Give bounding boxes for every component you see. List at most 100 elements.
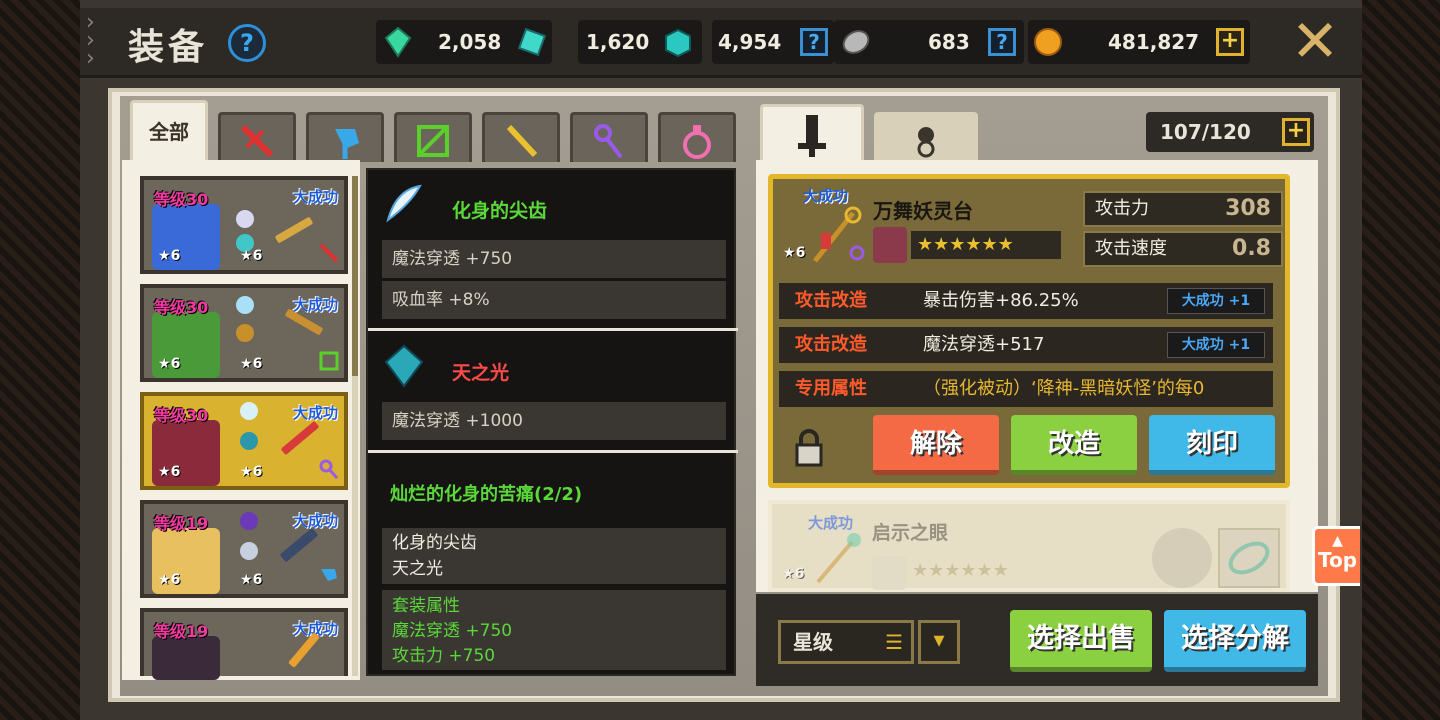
inventory-count: 107/120 + [1146,112,1314,152]
tooltip-divider [368,328,738,331]
page-title: 装备 [128,27,209,68]
weapon-slot-icon [798,115,826,157]
tab-all[interactable]: 全部 [130,100,208,162]
set-attributes: 套装属性 魔法穿透 +750 攻击力 +750 [382,590,726,670]
fang-icon [240,402,258,420]
gear-star: ★6 [240,464,263,480]
scroll-top-button[interactable]: ▲ Top [1312,526,1360,586]
gear-star: ★6 [240,356,263,372]
owner-portrait [873,227,907,263]
resource-value: 1,620 [586,30,650,54]
select-sell-button[interactable]: 选择出售 [1010,610,1152,672]
mod-row: 攻击改造 暴击伤害+86.25% 大成功 +1 [779,283,1273,319]
tab-axe[interactable] [306,112,384,162]
hero-level: 等级30 [154,190,209,209]
mod-bonus: 大成功 +1 [1167,288,1265,314]
help-button[interactable]: ? [228,24,266,62]
hero-card-selected[interactable]: 等级30 大成功 ★6 ★6 [140,392,348,490]
weapon-icon [813,206,865,263]
hero-card[interactable]: 等级19 大成功 ★6 ★6 [140,500,348,598]
great-success-label: 大成功 [292,404,338,422]
tooltip-divider [368,450,738,453]
green-gem-icon [384,26,412,58]
hero-star: ★6 [158,248,181,264]
modify-button[interactable]: 改造 [1011,415,1137,475]
hero-level: 等级30 [154,298,209,317]
mod-label: 专用属性 [795,378,867,399]
mod-text: 魔法穿透+517 [923,334,1045,355]
great-success-label: 大成功 [292,512,338,530]
axe-weapon-icon [279,527,319,563]
add-gold-button[interactable]: + [1216,28,1244,56]
gear-star: ★6 [240,572,263,588]
resource-value: 683 [928,30,970,54]
hero-card[interactable]: 等级30 大成功 ★6 ★6 [140,284,348,382]
resource-teal-crystal: 4,954 ? [712,20,834,64]
owner-portrait [872,556,906,590]
teal-crystal-icon [665,28,691,58]
stat-value: 308 [1225,196,1271,221]
hero-level: 等级30 [154,406,209,425]
tab-all-label: 全部 [149,120,189,144]
hero-card[interactable]: 等级19 大成功 [140,608,348,680]
expand-inventory-button[interactable]: + [1282,118,1310,146]
sort-select[interactable]: 星级 ☰ [778,620,914,664]
resource-help-icon[interactable]: ? [800,28,828,56]
great-success-label: 大成功 [292,188,338,206]
accessory-slot-icon [917,127,935,158]
stat-attack-speed: 攻击速度 0.8 [1083,231,1283,267]
engrave-button[interactable]: 刻印 [1149,415,1275,475]
gun-icon [506,124,538,158]
hero-level: 等级19 [154,514,209,533]
mod-text: （强化被动）‘降神-黑暗妖怪’的每0 [923,378,1205,399]
sword-icon [240,124,274,158]
set-member: 天之光 [392,559,443,579]
ring-icon [1228,541,1270,575]
set-attr: 魔法穿透 +750 [392,621,513,641]
resource-value: 2,058 [438,30,502,54]
orb-icon [683,125,711,159]
equipment-detail-card-2[interactable]: 大成功 ★6 启示之眼 ★★★★★★ [768,500,1290,592]
left-chevrons: › › › [86,10,95,71]
item-rating: ★★★★★★ [912,560,1009,581]
list-scroll-thumb[interactable] [352,176,358,376]
close-button[interactable]: ✕ [1290,12,1340,70]
cyan-gem-icon [517,27,547,57]
tab-gun[interactable] [482,112,560,162]
dark-orb-icon [240,512,258,530]
lock-icon[interactable] [791,429,827,469]
release-button[interactable]: 解除 [873,415,999,475]
resource-stone: 683 ? [834,20,1024,64]
resource-help-icon[interactable]: ? [988,28,1016,56]
equipment-detail-card: 大成功 ★6 万舞妖灵台 ★★★★★★ 攻击力 308 攻击速度 0.8 攻击改造 … [768,174,1290,488]
mod-row-exclusive: 专用属性 （强化被动）‘降神-黑暗妖怪’的每0 [779,371,1273,407]
gear-star: ★6 [240,248,263,264]
tab-staff[interactable] [570,112,648,162]
empty-slot [1152,528,1212,588]
set-attr-title: 套装属性 [392,596,460,616]
gold-coin-icon [1034,28,1062,56]
tab-orb[interactable] [658,112,736,162]
tab-bow[interactable] [394,112,472,162]
stat-label: 攻击速度 [1095,238,1167,259]
light-crystal-icon [240,432,258,450]
select-decompose-button[interactable]: 选择分解 [1164,610,1306,672]
helmet-icon [236,324,254,342]
mod-label: 攻击改造 [795,334,867,355]
tab-sword[interactable] [218,112,296,162]
stat-value: 0.8 [1232,236,1271,261]
hero-star: ★6 [158,464,181,480]
hero-level: 等级19 [154,622,209,641]
hero-card[interactable]: 等级30 大成功 ★6 ★6 [140,176,348,274]
bow-class-icon [319,351,339,371]
sort-dropdown-button[interactable]: ▾ [918,620,960,664]
tab-weapon-slot[interactable] [760,104,864,162]
tab-accessory-slot[interactable] [874,112,978,162]
sort-label: 星级 [793,630,833,654]
set-member: 化身的尖齿 [392,533,477,553]
axe-class-icon [321,569,337,581]
bow-icon [417,125,449,157]
resource-green-gem: 2,058 [376,20,552,64]
item2-name: 天之光 [452,362,510,384]
mod-text: 暴击伤害+86.25% [923,290,1079,311]
